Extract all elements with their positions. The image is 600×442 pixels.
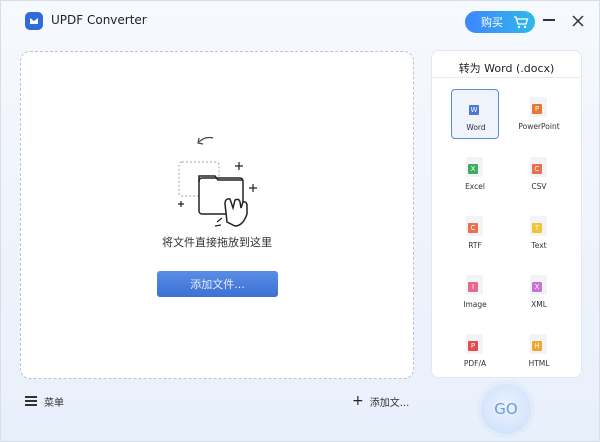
format-option-text[interactable]: T Text [515, 208, 563, 258]
panel-divider [432, 77, 581, 78]
format-option-csv[interactable]: C CSV [515, 149, 563, 199]
format-badge: T [532, 223, 542, 233]
format-label: Word [466, 123, 486, 132]
close-icon[interactable] [571, 13, 585, 27]
app-window: UPDF Converter 购买 将文件直接拖放到这里 添加文件... 转为 … [0, 0, 600, 442]
format-badge: X [468, 164, 478, 174]
menu-button[interactable]: 菜单 [25, 394, 64, 409]
word-file-icon: W [467, 98, 484, 118]
format-badge: X [532, 282, 542, 292]
html-file-icon: H [530, 334, 547, 354]
format-label: HTML [528, 359, 550, 368]
add-more-files-button[interactable]: + 添加文... [352, 393, 410, 409]
minimize-icon[interactable] [543, 19, 555, 21]
format-badge: I [468, 282, 478, 292]
drop-hint-text: 将文件直接拖放到这里 [162, 236, 272, 249]
format-label: Text [531, 241, 547, 250]
rtf-file-icon: C [466, 216, 483, 236]
format-label: XML [531, 300, 547, 309]
powerpoint-file-icon: P [530, 97, 547, 117]
app-logo-icon [25, 12, 43, 30]
drop-zone[interactable]: 将文件直接拖放到这里 添加文件... [20, 51, 414, 379]
add-more-label: 添加文... [369, 397, 410, 409]
menu-label: 菜单 [44, 397, 64, 409]
drag-drop-illustration-icon [177, 132, 267, 232]
format-label: Image [463, 300, 487, 309]
format-badge: P [532, 104, 542, 114]
format-label: CSV [531, 182, 547, 191]
format-label: RTF [468, 241, 482, 250]
format-option-xml[interactable]: X XML [515, 267, 563, 317]
format-option-word[interactable]: W Word [451, 89, 499, 139]
text-file-icon: T [530, 216, 547, 236]
xml-file-icon: X [530, 275, 547, 295]
title-bar: UPDF Converter 购买 [1, 1, 599, 41]
add-file-button[interactable]: 添加文件... [157, 271, 278, 297]
panel-title: 转为 Word (.docx) [458, 62, 555, 75]
app-title: UPDF Converter [51, 13, 147, 27]
excel-file-icon: X [466, 157, 483, 177]
format-label: PowerPoint [518, 122, 560, 131]
format-option-rtf[interactable]: C RTF [451, 208, 499, 258]
hamburger-menu-icon [25, 396, 37, 406]
format-badge: C [468, 223, 478, 233]
plus-icon: + [352, 393, 364, 409]
buy-button[interactable]: 购买 [465, 11, 535, 33]
format-badge: C [532, 164, 542, 174]
format-option-excel[interactable]: X Excel [451, 149, 499, 199]
format-badge: P [468, 341, 478, 351]
format-option-pdfa[interactable]: P PDF/A [451, 326, 499, 376]
cart-icon [513, 15, 529, 32]
format-badge: W [469, 105, 479, 115]
go-button[interactable]: GO [481, 384, 531, 434]
buy-label: 购买 [481, 16, 503, 29]
csv-file-icon: C [530, 157, 547, 177]
pdfa-file-icon: P [466, 334, 483, 354]
format-label: Excel [465, 182, 485, 191]
format-label: PDF/A [463, 359, 487, 368]
format-panel: 转为 Word (.docx) W Word P PowerPoint X Ex… [431, 50, 582, 378]
format-option-image[interactable]: I Image [451, 267, 499, 317]
format-option-html[interactable]: H HTML [515, 326, 563, 376]
format-option-powerpoint[interactable]: P PowerPoint [515, 89, 563, 139]
image-file-icon: I [466, 275, 483, 295]
format-badge: H [532, 341, 542, 351]
